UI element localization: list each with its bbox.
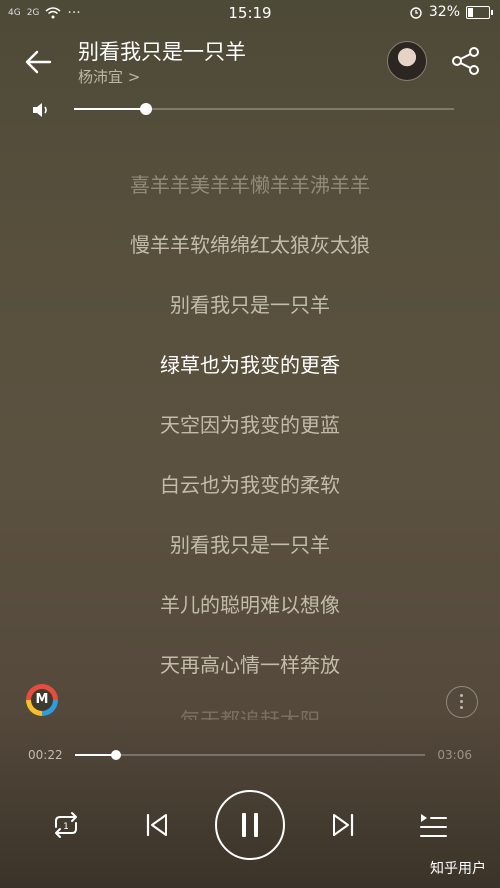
lyric-line: 别看我只是一只羊	[170, 533, 330, 557]
playlist-icon[interactable]	[416, 808, 450, 842]
song-title: 别看我只是一只羊	[78, 40, 246, 64]
progress-knob[interactable]	[111, 750, 122, 760]
time-total: 03:06	[437, 748, 472, 762]
repeat-one-icon[interactable]: 1	[48, 807, 84, 843]
artist-link[interactable]: 杨沛宜 >	[78, 66, 140, 87]
lyric-partial-text: 每天都追赶太阳	[180, 708, 320, 720]
speaker-icon[interactable]	[30, 99, 52, 121]
lyric-partial-line: 每天都追赶太阳	[0, 700, 500, 720]
more-dot	[460, 694, 463, 697]
skip-next-icon[interactable]	[326, 808, 360, 842]
app-logo-icon[interactable]: M	[26, 684, 58, 716]
lyric-line: 别看我只是一只羊	[170, 293, 330, 317]
lyric-line: 喜羊羊美羊羊懒羊羊沸羊羊	[130, 173, 370, 197]
status-right: 32%	[409, 4, 493, 20]
svg-text:1: 1	[63, 822, 69, 832]
battery-level	[468, 7, 474, 17]
lyric-line: 慢羊羊软绵绵红太狼灰太狼	[130, 233, 370, 257]
time-elapsed: 00:22	[28, 748, 63, 762]
share-icon[interactable]	[450, 45, 482, 77]
more-vertical-icon[interactable]	[446, 686, 478, 718]
battery-icon	[466, 5, 493, 19]
lyric-line: 羊儿的聪明难以想像	[160, 593, 340, 617]
watermark: 知乎用户	[430, 861, 486, 877]
alarm-icon	[410, 7, 422, 19]
pause-bar-right	[254, 813, 258, 837]
back-arrow-icon[interactable]	[20, 44, 56, 80]
status-bar: 4G 2G ··· 15:19 32%	[0, 0, 500, 26]
app-logo-letter: M	[31, 689, 53, 711]
progress-fill	[75, 754, 117, 756]
volume-fill	[74, 108, 147, 110]
artist-avatar[interactable]	[387, 41, 427, 81]
lyric-line-current: 绿草也为我变的更香	[160, 353, 340, 377]
skip-previous-icon[interactable]	[140, 808, 174, 842]
pause-button[interactable]	[215, 790, 285, 860]
progress-slider[interactable]	[75, 750, 425, 760]
volume-slider[interactable]	[74, 103, 454, 115]
volume-knob[interactable]	[140, 103, 153, 115]
pause-bar-left	[242, 813, 246, 837]
lyrics-list[interactable]: 喜羊羊美羊羊懒羊羊沸羊羊 慢羊羊软绵绵红太狼灰太狼 别看我只是一只羊 绿草也为我变的更…	[0, 155, 500, 695]
lyric-line: 天再高心情一样奔放	[160, 653, 340, 677]
more-dot	[460, 700, 463, 703]
battery-percent: 32%	[428, 4, 460, 20]
lyric-line: 白云也为我变的柔软	[160, 473, 340, 497]
more-dot	[460, 706, 463, 709]
lyric-line: 天空因为我变的更蓝	[160, 413, 340, 437]
